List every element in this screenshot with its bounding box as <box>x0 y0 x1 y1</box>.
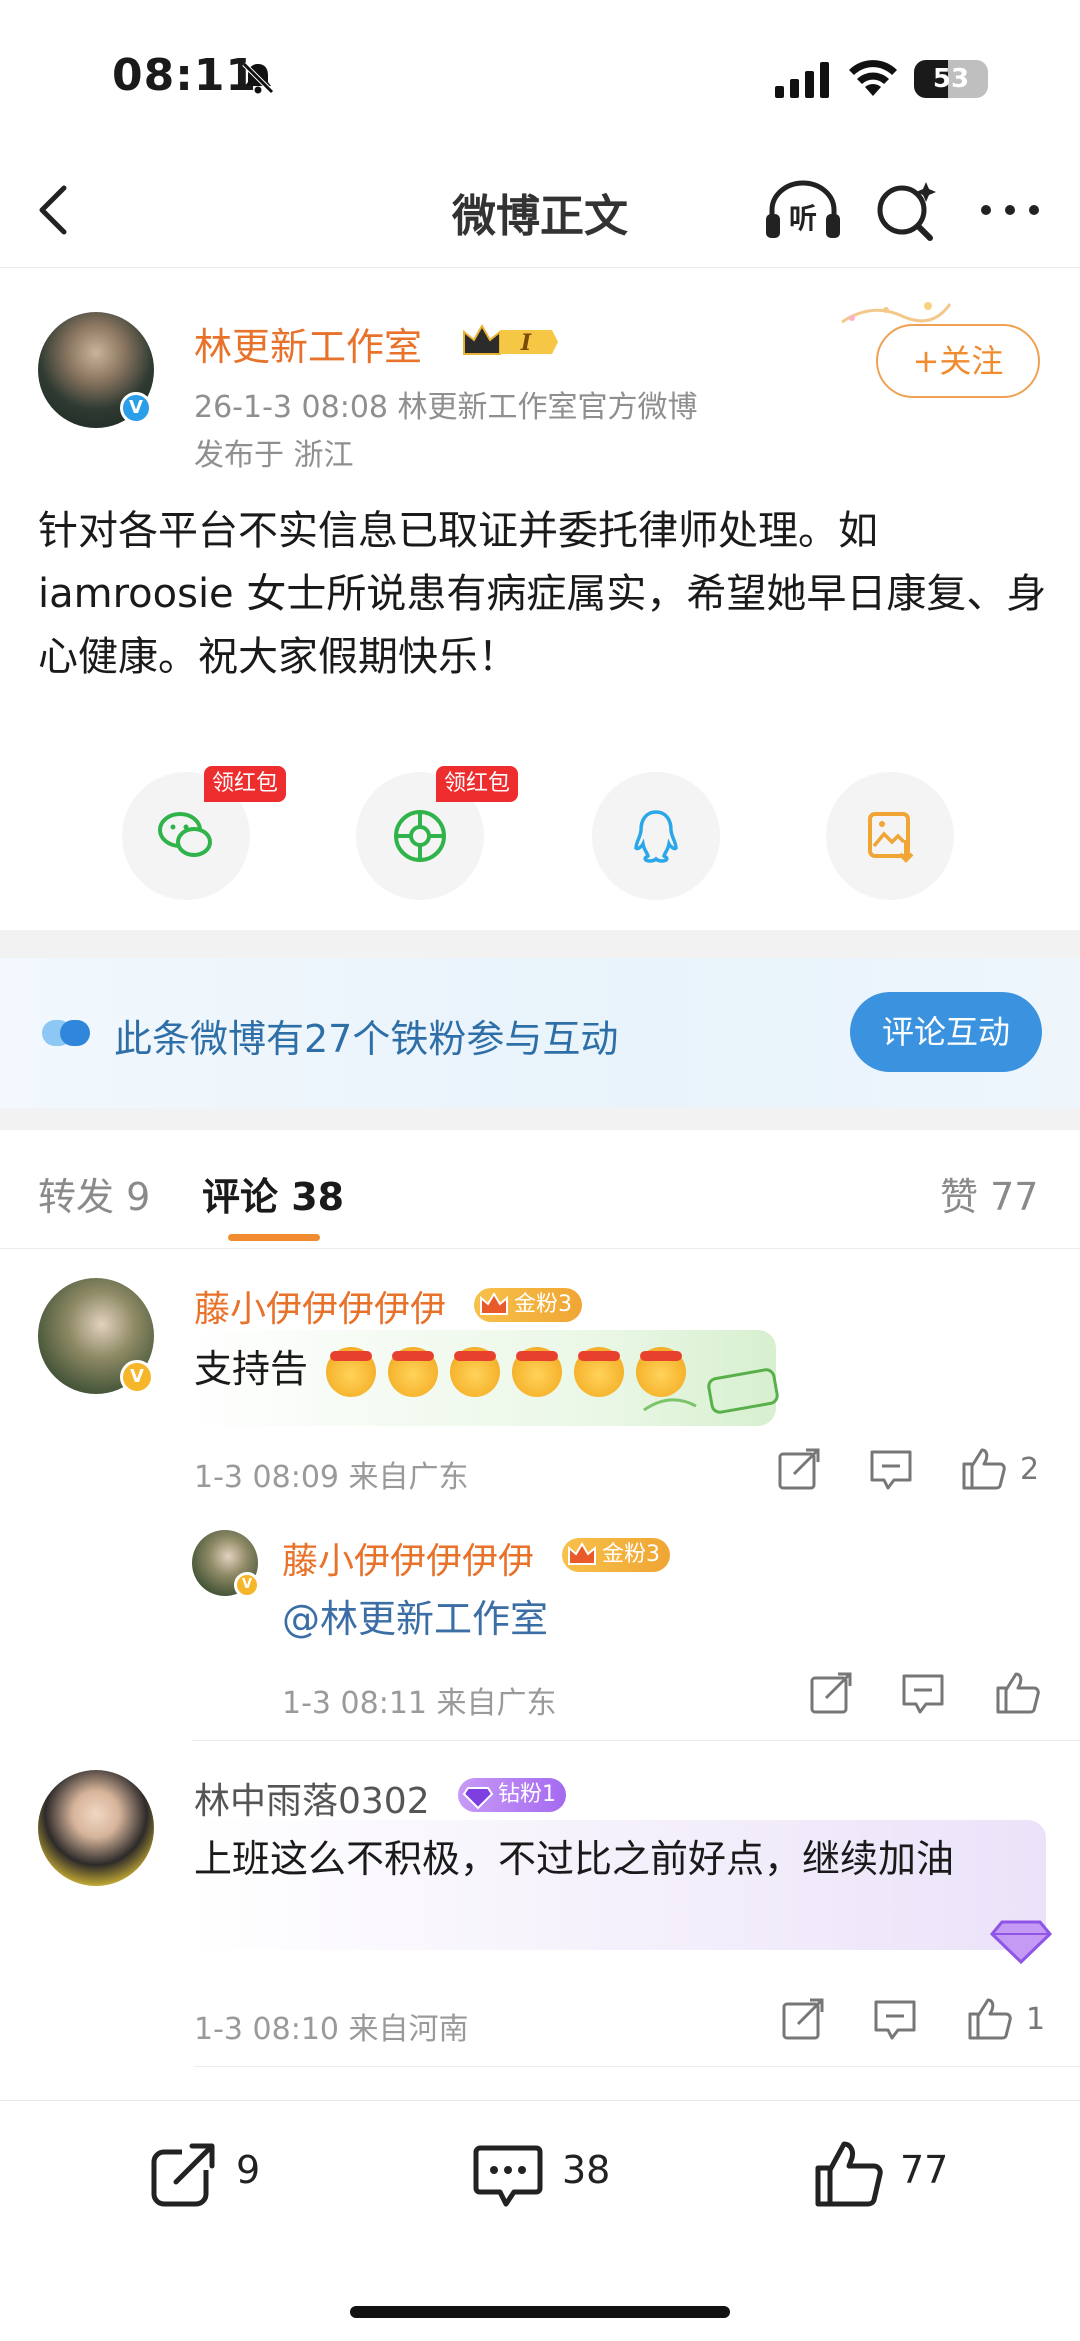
battery-level: 53 <box>932 64 970 94</box>
ai-search-icon[interactable] <box>874 178 940 242</box>
comment-icon[interactable] <box>472 2138 544 2210</box>
like-thumb-icon[interactable] <box>966 1996 1012 2040</box>
comment-time: 1-3 08:10 来自河南 <box>194 2012 469 2047</box>
tab-comments[interactable]: 评论 38 <box>202 1166 344 1221</box>
red-packet-tag: 领红包 <box>436 766 519 802</box>
like-thumb-icon[interactable] <box>960 1446 1006 1490</box>
commenter-name[interactable]: 藤小伊伊伊伊伊 <box>194 1280 446 1332</box>
fans-interaction-banner: 此条微博有27个铁粉参与互动 评论互动 <box>0 958 1080 1108</box>
reply-time: 1-3 08:11 来自广东 <box>282 1686 557 1721</box>
like-count: 1 <box>1026 2002 1046 2037</box>
follow-button[interactable]: +关注 <box>876 324 1040 398</box>
emoji-icon <box>574 1346 625 1397</box>
reply-comment-icon[interactable] <box>900 1672 946 1716</box>
tabs-divider <box>0 1248 1080 1249</box>
reply-user-name[interactable]: 藤小伊伊伊伊伊 <box>282 1532 534 1584</box>
top-nav-bar: 微博正文 听 <box>0 150 1080 268</box>
listen-headphones-icon[interactable]: 听 <box>764 178 842 242</box>
post-body: 针对各平台不实信息已取证并委托律师处理。如iamroosie 女士所说患有病症属… <box>38 508 1047 680</box>
wechat-icon <box>158 812 212 857</box>
like-total: 77 <box>900 2148 949 2192</box>
cellular-signal-icon <box>775 62 829 98</box>
listen-label: 听 <box>789 202 817 235</box>
tab-likes[interactable]: 赞 77 <box>940 1166 1038 1221</box>
diamond-icon <box>462 1787 494 1810</box>
fan-level-label: 金粉3 <box>514 1292 572 1317</box>
repost-icon[interactable] <box>148 2138 220 2210</box>
share-comment-icon[interactable] <box>780 1998 826 2042</box>
post-location: 发布于 浙江 <box>194 438 354 473</box>
more-options-icon[interactable] <box>978 202 1042 218</box>
comment-divider <box>192 1740 1080 1741</box>
comment-count: 38 <box>562 2148 611 2192</box>
bell-muted-icon <box>242 62 274 94</box>
emoji-icon <box>388 1346 439 1397</box>
reply-mention[interactable]: @林更新工作室 <box>282 1590 548 1648</box>
like-icon[interactable] <box>812 2138 884 2210</box>
like-thumb-icon[interactable] <box>994 1670 1040 1714</box>
vip-crown-badge-icon: I <box>463 323 558 356</box>
comment-text: 上班这么不积极，不过比之前好点，继续加油 <box>194 1837 955 1881</box>
section-divider <box>0 930 1080 958</box>
tab-reposts[interactable]: 转发 9 <box>38 1166 150 1221</box>
crown-icon <box>480 1292 508 1315</box>
commenter-name[interactable]: 林中雨落0302 <box>194 1772 430 1824</box>
home-indicator[interactable] <box>350 2306 730 2318</box>
fan-level-badge: 金粉3 <box>474 1288 582 1322</box>
fans-banner-text: 此条微博有27个铁粉参与互动 <box>114 1017 619 1061</box>
comment-interact-button[interactable]: 评论互动 <box>850 992 1042 1072</box>
fan-level-badge: 金粉3 <box>562 1538 670 1572</box>
moments-icon <box>394 810 446 862</box>
comment-text-content: 支持告 <box>194 1347 309 1391</box>
commenter-avatar[interactable] <box>38 1770 154 1886</box>
share-comment-icon[interactable] <box>776 1448 822 1492</box>
comment-divider <box>194 2066 1080 2067</box>
vip-level: I <box>520 330 532 356</box>
battery-indicator: 53 <box>914 60 988 98</box>
comment-time: 1-3 08:09 来自广东 <box>194 1460 469 1495</box>
repost-count: 9 <box>236 2148 261 2192</box>
crown-icon <box>568 1542 596 1565</box>
infj-sticker-icon <box>643 1368 779 1414</box>
verified-badge-icon: V <box>120 392 152 424</box>
emoji-icon <box>450 1346 501 1397</box>
fan-level-badge: 钻粉1 <box>458 1778 566 1812</box>
section-divider <box>0 1108 1080 1130</box>
emoji-icon <box>512 1346 563 1397</box>
status-bar: 08:11 53 <box>0 0 1080 150</box>
share-comment-icon[interactable] <box>808 1672 854 1716</box>
reply-comment-icon[interactable] <box>872 1998 918 2042</box>
qq-icon <box>634 810 678 863</box>
author-name[interactable]: 林更新工作室 <box>194 316 422 371</box>
reply-comment-icon[interactable] <box>868 1448 914 1492</box>
verified-yellow-badge-icon: V <box>234 1572 260 1598</box>
fan-level-label: 金粉3 <box>602 1542 660 1567</box>
red-packet-tag: 领红包 <box>204 766 287 802</box>
emoji-icon <box>326 1346 377 1397</box>
bottom-action-bar <box>0 2100 1080 2341</box>
share-qq-button[interactable] <box>592 772 720 900</box>
verified-yellow-badge-icon: V <box>120 1360 154 1394</box>
fan-level-label: 钻粉1 <box>498 1782 556 1807</box>
active-tab-indicator <box>228 1234 320 1241</box>
comment-text: 支持告 <box>194 1340 698 1398</box>
save-image-icon <box>868 812 914 863</box>
fan-indicator-icon <box>42 1020 90 1046</box>
like-count: 2 <box>1020 1452 1040 1487</box>
diamond-sticker-icon <box>989 1920 1053 1965</box>
post-meta: 26-1-3 08:08 林更新工作室官方微博 <box>194 390 698 425</box>
clock: 08:11 <box>112 50 258 101</box>
save-image-button[interactable] <box>826 772 954 900</box>
wifi-icon <box>849 60 897 96</box>
